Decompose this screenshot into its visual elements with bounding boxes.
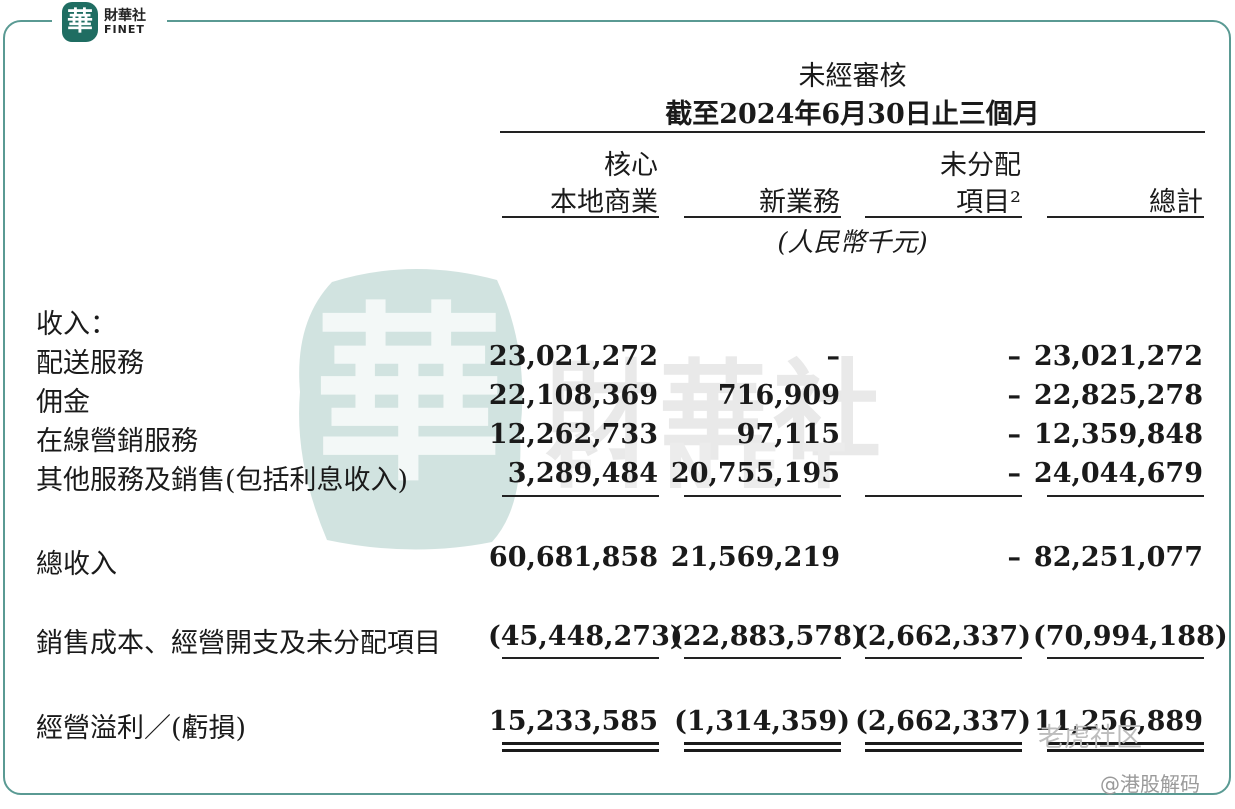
logo-name-cn: 財華社 [104, 8, 146, 24]
column-unallocated-line2: 項目² [956, 187, 1021, 218]
column-underline [865, 216, 1022, 218]
audit-status: 未經審核 [798, 61, 907, 92]
cell-value: 3,289,484 [507, 458, 658, 489]
cell-value: – [1007, 341, 1022, 372]
column-core-line1: 核心 [604, 150, 658, 181]
column-underline [684, 216, 841, 218]
double-underline [865, 749, 1022, 752]
cell-value: 97,115 [736, 419, 840, 450]
subtotal-rule [502, 657, 659, 659]
cell-value: 24,044,679 [1033, 458, 1203, 489]
row-label: 配送服務 [36, 348, 144, 379]
unit-label: (人民幣千元) [777, 228, 928, 258]
row-label: 其他服務及銷售(包括利息收入) [36, 465, 409, 496]
subtotal-rule [684, 495, 841, 497]
cell-value: 15,233,585 [488, 706, 658, 737]
cell-value: – [1007, 542, 1022, 573]
cell-value: (2,662,337) [855, 706, 1031, 737]
cell-value: (70,994,188) [1033, 621, 1228, 652]
cell-value: 60,681,858 [488, 542, 658, 573]
double-underline [865, 742, 1022, 745]
cell-value: (22,883,578) [670, 621, 865, 652]
cell-value: – [826, 341, 841, 372]
cell-value: 82,251,077 [1033, 542, 1203, 573]
subtotal-rule [684, 657, 841, 659]
cell-value: 12,262,733 [488, 419, 658, 450]
cell-value: 21,569,219 [670, 542, 840, 573]
row-label: 佣金 [36, 387, 90, 418]
cell-value: 20,755,195 [670, 458, 840, 489]
source-credit: @港股解码 [1100, 772, 1200, 796]
cell-value: – [1007, 380, 1022, 411]
column-unallocated-line1: 未分配 [940, 150, 1021, 181]
header-rule [500, 131, 1205, 133]
cell-value: – [1007, 458, 1022, 489]
double-underline [502, 742, 659, 745]
subtotal-rule [865, 495, 1022, 497]
cell-value: 23,021,272 [1033, 341, 1203, 372]
column-total: 總計 [1149, 187, 1203, 218]
cell-value: 23,021,272 [488, 341, 658, 372]
cell-value: 716,909 [717, 380, 840, 411]
cell-value: (45,448,273) [488, 621, 683, 652]
finet-seal-icon: 華 [62, 2, 98, 42]
row-label: 在線營銷服務 [36, 426, 198, 457]
row-label-total-revenue: 總收入 [36, 549, 117, 580]
period-heading: 截至2024年6月30日止三個月 [665, 99, 1040, 130]
tiger-community-watermark: 老虎社区 [1038, 723, 1143, 753]
cell-value: (2,662,337) [855, 621, 1031, 652]
subtotal-rule [865, 657, 1022, 659]
subtotal-rule [1047, 495, 1204, 497]
column-underline [502, 216, 659, 218]
double-underline [684, 749, 841, 752]
row-label-operating-profit: 經營溢利／(虧損) [36, 713, 247, 744]
column-core-line2: 本地商業 [550, 187, 658, 218]
subtotal-rule [502, 495, 659, 497]
cell-value: 12,359,848 [1033, 419, 1203, 450]
double-underline [684, 742, 841, 745]
cell-value: (1,314,359) [674, 706, 850, 737]
cell-value: 22,108,369 [488, 380, 658, 411]
double-underline [502, 749, 659, 752]
logo-name-en: FINET [104, 23, 145, 36]
column-underline [1047, 216, 1204, 218]
cell-value: – [1007, 419, 1022, 450]
subtotal-rule [1047, 657, 1204, 659]
cell-value: 22,825,278 [1033, 380, 1203, 411]
column-new-business: 新業務 [759, 187, 840, 218]
row-label-revenue-heading: 收入： [36, 309, 117, 340]
row-label-costs: 銷售成本、經營開支及未分配項目 [36, 628, 441, 659]
